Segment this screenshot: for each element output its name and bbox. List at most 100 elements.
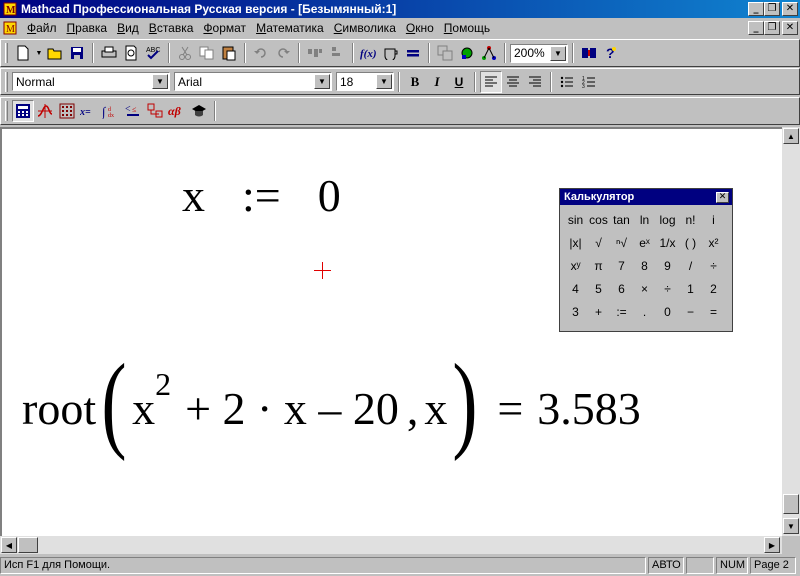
calc-key[interactable]: 1/x [656, 231, 679, 254]
calc-key[interactable]: π [587, 254, 610, 277]
horizontal-scrollbar[interactable]: ◀ ▶ [0, 536, 782, 554]
close-button[interactable]: ✕ [782, 2, 798, 16]
calc-key[interactable]: 4 [564, 277, 587, 300]
font-combo[interactable]: Arial ▼ [174, 72, 332, 91]
calc-key[interactable]: 2 [702, 277, 725, 300]
calc-key[interactable]: ln [633, 208, 656, 231]
bold-button[interactable]: B [404, 71, 426, 93]
style-combo[interactable]: Normal ▼ [12, 72, 170, 91]
menu-view[interactable]: Вид [112, 19, 144, 37]
insert-component-icon[interactable] [434, 42, 456, 64]
chevron-down-icon[interactable]: ▼ [376, 74, 392, 89]
menu-edit[interactable]: Правка [62, 19, 113, 37]
matrix-toolbar-icon[interactable] [56, 100, 78, 122]
align-across-icon[interactable] [304, 42, 326, 64]
greek-toolbar-icon[interactable]: αβ [166, 100, 188, 122]
calc-key[interactable]: 8 [633, 254, 656, 277]
doc-restore-button[interactable]: ❐ [764, 21, 780, 35]
save-icon[interactable] [66, 42, 88, 64]
calc-key[interactable]: x² [702, 231, 725, 254]
calculate-icon[interactable] [402, 42, 424, 64]
print-icon[interactable] [98, 42, 120, 64]
boolean-toolbar-icon[interactable]: < ≤ [122, 100, 144, 122]
assignment-expression[interactable]: x := 0 [182, 169, 341, 222]
calc-key[interactable]: 0 [656, 300, 679, 323]
calculus-toolbar-icon[interactable]: ∫ d dx [100, 100, 122, 122]
align-down-icon[interactable] [326, 42, 348, 64]
calc-key[interactable]: 6 [610, 277, 633, 300]
menu-symbolics[interactable]: Символика [329, 19, 401, 37]
italic-button[interactable]: I [426, 71, 448, 93]
calc-key[interactable]: 1 [679, 277, 702, 300]
scroll-left-icon[interactable]: ◀ [1, 537, 17, 553]
menu-file[interactable]: Файл [22, 19, 62, 37]
chevron-down-icon[interactable]: ▼ [314, 74, 330, 89]
calc-key[interactable]: ( ) [679, 231, 702, 254]
calc-key[interactable]: ÷ [702, 254, 725, 277]
calc-key[interactable]: i [702, 208, 725, 231]
calculator-toolbar-icon[interactable] [12, 100, 34, 122]
menu-math[interactable]: Математика [251, 19, 329, 37]
calc-key[interactable]: eˣ [633, 231, 656, 254]
symbolic-toolbar-icon[interactable] [188, 100, 210, 122]
calc-key[interactable]: − [679, 300, 702, 323]
scroll-right-icon[interactable]: ▶ [764, 537, 780, 553]
chevron-down-icon[interactable]: ▼ [152, 74, 168, 89]
calc-key[interactable]: sin [564, 208, 587, 231]
graph-toolbar-icon[interactable] [34, 100, 56, 122]
undo-icon[interactable] [250, 42, 272, 64]
run-mathconnex-icon[interactable] [478, 42, 500, 64]
calc-key[interactable]: 9 [656, 254, 679, 277]
new-file-icon[interactable] [12, 42, 34, 64]
calc-key[interactable]: n! [679, 208, 702, 231]
calc-key[interactable]: + [587, 300, 610, 323]
horizontal-scroll-thumb[interactable] [18, 537, 38, 553]
align-left-icon[interactable] [480, 70, 502, 93]
help-icon[interactable]: ? [600, 42, 622, 64]
spell-check-icon[interactable]: ABC [142, 42, 164, 64]
print-preview-icon[interactable] [120, 42, 142, 64]
scroll-down-icon[interactable]: ▼ [783, 518, 799, 534]
calc-key[interactable]: × [633, 277, 656, 300]
new-dropdown-icon[interactable]: ▼ [34, 42, 44, 64]
menu-window[interactable]: Окно [401, 19, 439, 37]
redo-icon[interactable] [272, 42, 294, 64]
mathcad-app-icon[interactable]: M [2, 1, 18, 17]
calculator-title-bar[interactable]: Калькулятор ✕ [560, 189, 732, 205]
vertical-scrollbar[interactable]: ▲ ▼ [782, 127, 800, 536]
toolbar-grip[interactable] [5, 101, 8, 121]
document-icon[interactable]: M [2, 20, 18, 36]
zoom-combo[interactable]: 200% ▼ [510, 43, 568, 63]
paste-icon[interactable] [218, 42, 240, 64]
toolbar-grip[interactable] [5, 43, 8, 63]
doc-minimize-button[interactable]: _ [748, 21, 764, 35]
insert-function-icon[interactable]: f(x) [358, 42, 380, 64]
chevron-down-icon[interactable]: ▼ [550, 45, 566, 61]
evaluation-toolbar-icon[interactable]: x= [78, 100, 100, 122]
open-folder-icon[interactable] [44, 42, 66, 64]
calc-key[interactable]: = [702, 300, 725, 323]
numbering-icon[interactable]: 123 [578, 71, 600, 93]
programming-toolbar-icon[interactable] [144, 100, 166, 122]
align-center-icon[interactable] [502, 71, 524, 93]
calc-key[interactable]: ⁿ√ [610, 231, 633, 254]
calc-key[interactable]: 3 [564, 300, 587, 323]
minimize-button[interactable]: _ [748, 2, 764, 16]
calc-key[interactable]: 5 [587, 277, 610, 300]
root-expression[interactable]: root ( x 2 + 2 · x – 20 , x ) = 3.583 [22, 349, 641, 457]
restore-button[interactable]: ❐ [764, 2, 780, 16]
align-right-icon[interactable] [524, 71, 546, 93]
underline-button[interactable]: U [448, 71, 470, 93]
vertical-scroll-thumb[interactable] [783, 494, 799, 514]
calc-key[interactable]: . [633, 300, 656, 323]
insert-unit-icon[interactable] [380, 42, 402, 64]
toolbar-grip[interactable] [5, 71, 8, 92]
close-icon[interactable]: ✕ [716, 191, 729, 203]
calc-key[interactable]: tan [610, 208, 633, 231]
menu-format[interactable]: Формат [198, 19, 251, 37]
scroll-up-icon[interactable]: ▲ [783, 128, 799, 144]
copy-icon[interactable] [196, 42, 218, 64]
font-size-combo[interactable]: 18 ▼ [336, 72, 394, 91]
calc-key[interactable]: √ [587, 231, 610, 254]
calc-key[interactable]: |x| [564, 231, 587, 254]
